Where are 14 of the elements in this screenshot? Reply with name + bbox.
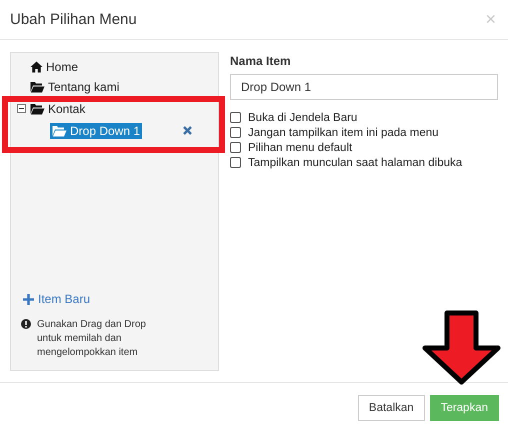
- field-label: Nama Item: [230, 54, 292, 68]
- tree-item[interactable]: Drop Down 1: [50, 122, 142, 138]
- tree-item[interactable]: Tentang kami: [28, 78, 122, 94]
- checkbox-label: Pilihan menu default: [248, 142, 352, 154]
- tree-item[interactable]: Home: [28, 58, 80, 74]
- item-name-field[interactable]: Drop Down 1: [230, 74, 498, 100]
- checkbox-label: Jangan tampilkan item ini pada menu: [248, 126, 439, 138]
- checkbox-label: Tampilkan munculan saat halaman dibuka: [248, 156, 462, 168]
- cancel-button[interactable]: Batalkan: [358, 395, 425, 421]
- tree-item[interactable]: Kontak: [28, 100, 88, 116]
- hint-text: Gunakan Drag dan Drop untuk memilah dan mengelompokkan item: [37, 318, 147, 360]
- dialog-title: Ubah Pilihan Menu: [10, 11, 137, 28]
- checkbox-label: Buka di Jendela Baru: [248, 112, 358, 124]
- add-item-link[interactable]: Item Baru: [11, 292, 218, 306]
